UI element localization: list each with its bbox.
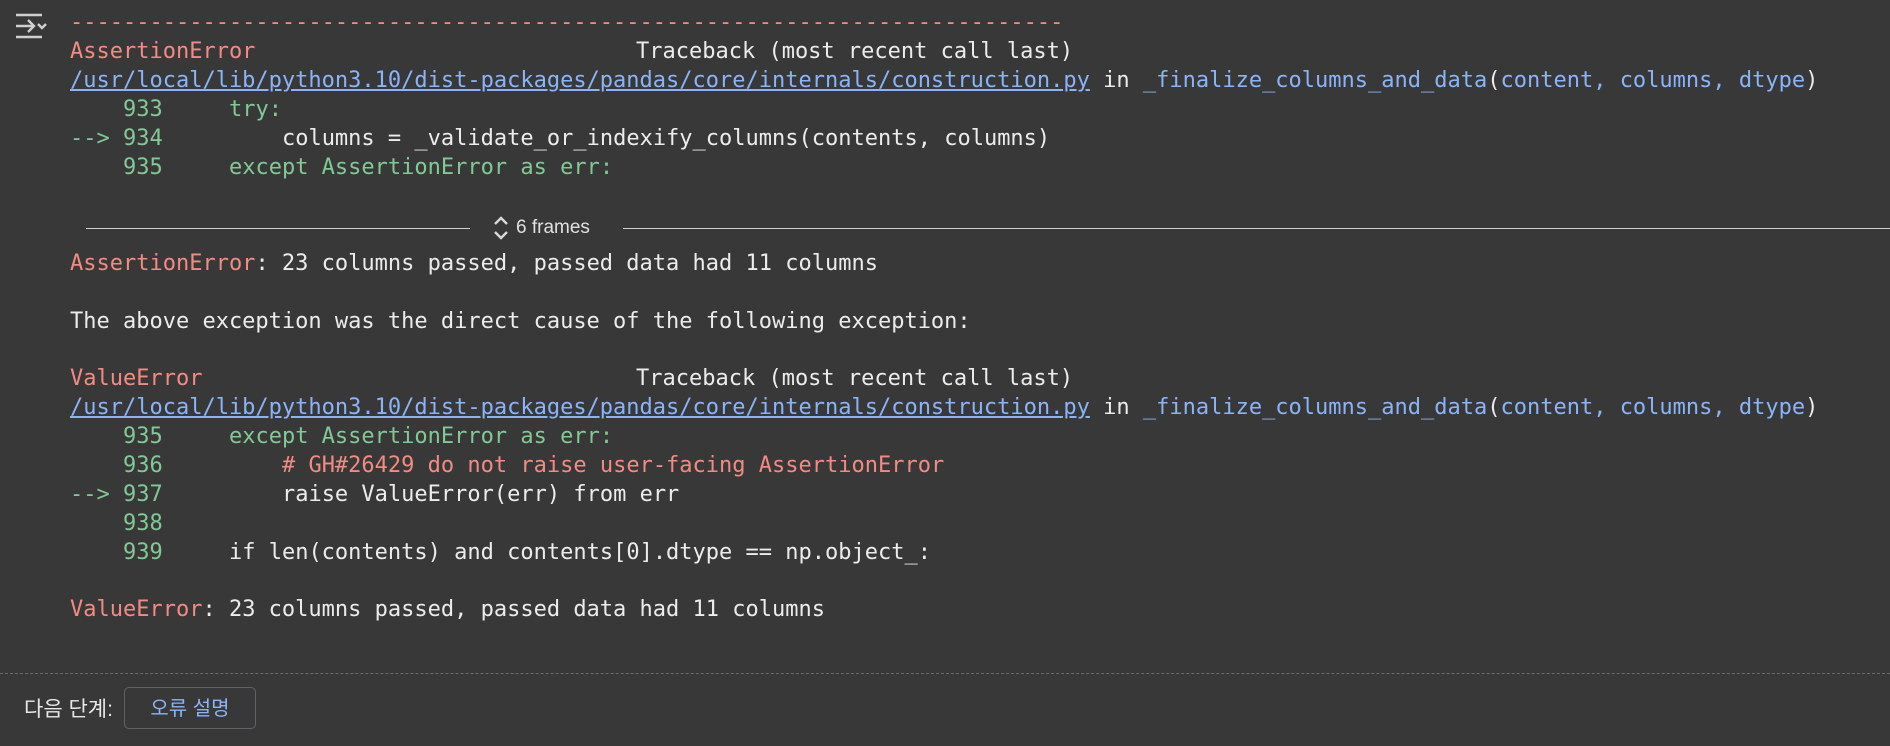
line-marker: -->: [70, 482, 123, 507]
frames-label: 6 frames: [516, 217, 590, 238]
file-path-link-1[interactable]: /usr/local/lib/python3.10/dist-packages/…: [70, 68, 1090, 93]
line-number: 938: [122, 511, 163, 536]
cause-text: The above exception was the direct cause…: [70, 309, 971, 334]
paren-close-2: ): [1805, 395, 1819, 420]
frames-rule-right: [623, 228, 1890, 229]
line-marker: [70, 511, 123, 536]
line-number: 934: [122, 126, 163, 151]
line-code: if len(contents) and contents[0].dtype =…: [228, 540, 931, 565]
line-code: try:: [228, 97, 282, 122]
function-name-1: _finalize_columns_and_data: [1142, 68, 1488, 93]
line-code: # GH#26429 do not raise user-facing Asse…: [281, 453, 945, 478]
code-line: 938: [70, 509, 163, 538]
paren-close-1: ): [1805, 68, 1819, 93]
error-type-1: AssertionError: [70, 39, 256, 64]
line-marker: [70, 155, 123, 180]
line-number: 936: [122, 453, 163, 478]
error-message-text-1: : 23 columns passed, passed data had 11 …: [255, 251, 878, 276]
output-toggle-icon[interactable]: [14, 12, 48, 40]
line-marker: [70, 424, 123, 449]
function-name-2: _finalize_columns_and_data: [1142, 395, 1488, 420]
file-location-2: /usr/local/lib/python3.10/dist-packages/…: [70, 393, 1818, 422]
expand-frames-button[interactable]: 6 frames: [492, 213, 590, 243]
code-line: 939 if len(contents) and contents[0].dty…: [70, 538, 931, 567]
line-number: 939: [122, 540, 163, 565]
traceback-header-right-2: Traceback (most recent call last): [636, 366, 1074, 391]
collapsed-frames-row: 6 frames: [0, 213, 1890, 243]
code-line: 935 except AssertionError as err:: [70, 153, 613, 182]
code-line-current: --> 937 raise ValueError(err) from err: [70, 480, 679, 509]
in-text-1: in: [1089, 68, 1143, 93]
error-message-1: AssertionError: 23 columns passed, passe…: [70, 249, 878, 278]
explain-error-button[interactable]: 오류 설명: [124, 687, 256, 729]
paren-open-1: (: [1487, 68, 1501, 93]
code-line: 935 except AssertionError as err:: [70, 422, 613, 451]
frames-rule-left: [86, 228, 470, 229]
error-message-type-1: AssertionError: [70, 251, 256, 276]
paren-open-2: (: [1487, 395, 1501, 420]
line-marker: -->: [70, 126, 123, 151]
line-number: 935: [122, 155, 163, 180]
code-line-comment: 936 # GH#26429 do not raise user-facing …: [70, 451, 944, 480]
file-location-1: /usr/local/lib/python3.10/dist-packages/…: [70, 66, 1818, 95]
line-code: columns = _validate_or_indexify_columns(…: [281, 126, 1051, 151]
code-line-current: --> 934 columns = _validate_or_indexify_…: [70, 124, 1050, 153]
function-args-2: content, columns, dtype: [1500, 395, 1806, 420]
expand-collapse-icon: [494, 216, 508, 240]
traceback-header-2: ValueError Traceback (most recent call la…: [70, 364, 1073, 393]
line-marker: [70, 540, 123, 565]
function-args-1: content, columns, dtype: [1500, 68, 1806, 93]
line-code: except AssertionError as err:: [228, 155, 614, 180]
output-footer-separator: [0, 673, 1890, 674]
file-path-link-2[interactable]: /usr/local/lib/python3.10/dist-packages/…: [70, 395, 1090, 420]
traceback-separator: ----------------------------------------…: [70, 10, 1064, 35]
line-number: 937: [122, 482, 163, 507]
line-marker: [70, 97, 123, 122]
error-type-2: ValueError: [70, 366, 203, 391]
next-steps-label: 다음 단계:: [24, 698, 113, 721]
line-number: 935: [122, 424, 163, 449]
in-text-2: in: [1089, 395, 1143, 420]
line-marker: [70, 453, 123, 478]
traceback-header-right-1: Traceback (most recent call last): [636, 39, 1074, 64]
code-line: 933 try:: [70, 95, 282, 124]
error-message-final: ValueError: 23 columns passed, passed da…: [70, 595, 825, 624]
line-code: except AssertionError as err:: [228, 424, 614, 449]
error-message-text-final: : 23 columns passed, passed data had 11 …: [202, 597, 825, 622]
line-number: 933: [122, 97, 163, 122]
error-message-type-final: ValueError: [70, 597, 203, 622]
traceback-header-1: AssertionError Traceback (most recent cal…: [70, 37, 1073, 66]
line-code: raise ValueError(err) from err: [281, 482, 680, 507]
